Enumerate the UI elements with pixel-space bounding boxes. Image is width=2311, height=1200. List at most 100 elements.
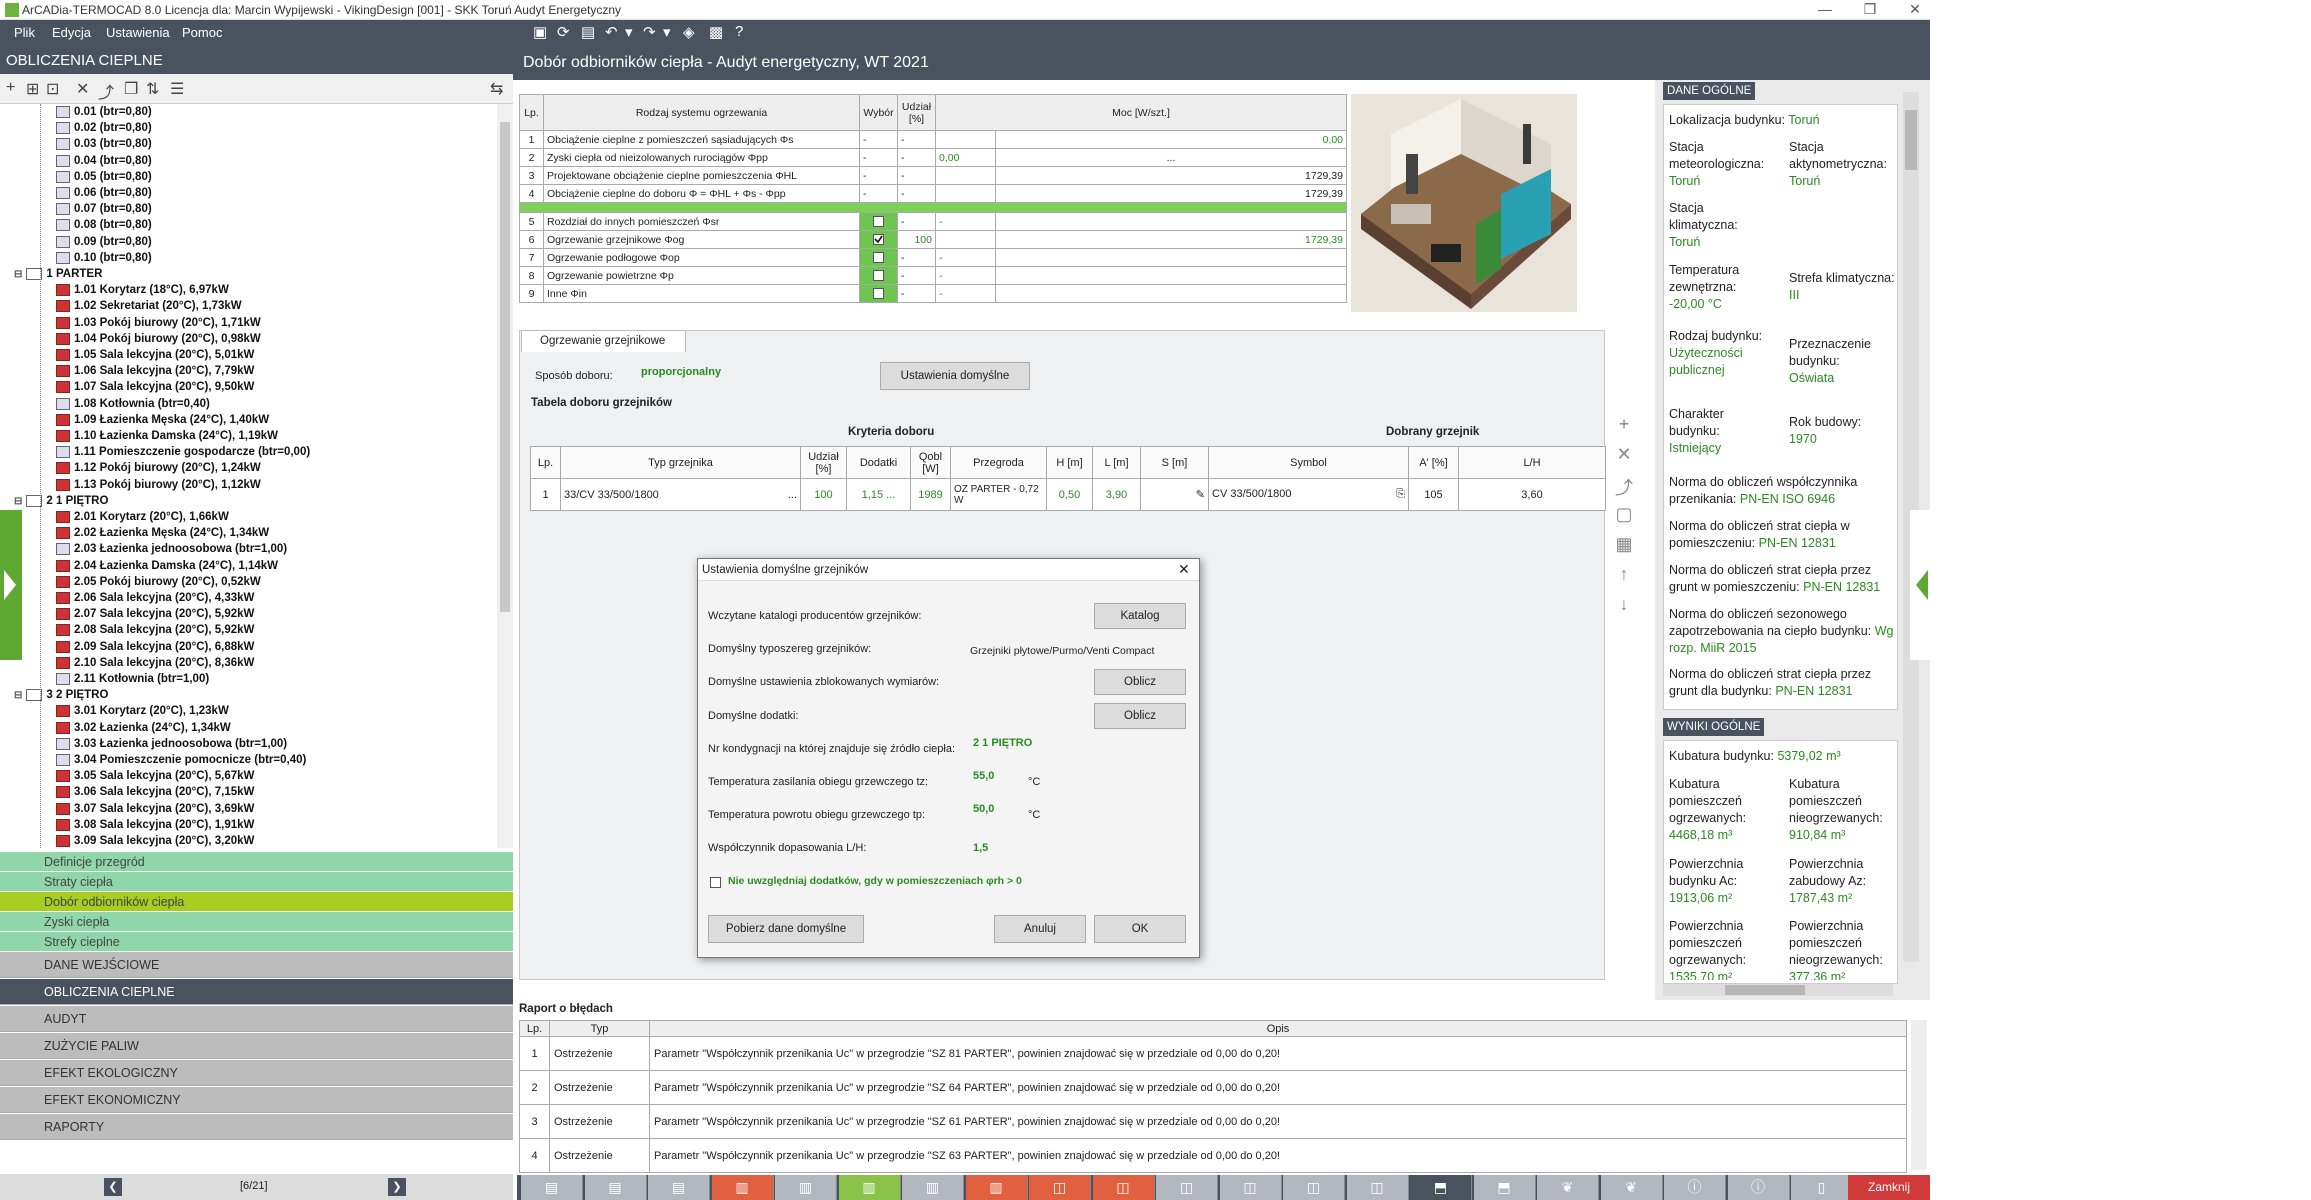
system-row[interactable]: 2 Zyski ciepła od nieizolowanych rurociąg… [519,148,1347,167]
tree-item[interactable]: 3.01 Korytarz (20°C), 1,23kW [56,703,229,719]
select-checkbox[interactable] [873,234,884,246]
get-defaults-button[interactable]: Pobierz dane domyślne [708,915,864,943]
system-row[interactable]: 6 Ogrzewanie grzejnikowe Φog 100 1729,39 [519,230,1347,249]
module-item[interactable]: RAPORTY [0,1114,513,1140]
copy-icon[interactable]: ❐ [124,79,138,99]
dialog-close-icon[interactable]: ✕ [1178,561,1190,578]
room-icon[interactable]: ◫ [1219,1175,1282,1200]
tree-item[interactable]: 0.03 (btr=0,80) [56,136,152,152]
close-window-button[interactable]: ✕ [1900,1,1930,18]
dropdown-icon[interactable]: ▾ [663,23,671,41]
tree-item[interactable]: 0.08 (btr=0,80) [56,217,152,233]
tree-item[interactable]: 1.05 Sala lekcyjna (20°C), 5,01kW [56,347,254,363]
doc-icon[interactable]: ▤ [648,1175,710,1200]
add-group-icon[interactable]: ⊡ [46,79,59,99]
move-up-icon[interactable]: ↑ [1614,564,1634,585]
tree-item[interactable]: ⊟ 2 1 PIĘTRO [14,493,108,509]
layers-icon[interactable]: ◈ [683,23,695,41]
tree-item[interactable]: 3.09 Sala lekcyjna (20°C), 3,20kW [56,833,254,848]
leaf-icon[interactable]: ❦ [1537,1175,1599,1200]
tree-item[interactable]: 3.07 Sala lekcyjna (20°C), 3,69kW [56,801,254,817]
menu-ustawienia[interactable]: Ustawienia [106,25,170,40]
tree-item[interactable]: 2.08 Sala lekcyjna (20°C), 5,92kW [56,622,254,638]
tree-item[interactable]: 2.03 Łazienka jednoosobowa (btr=1,00) [56,541,287,557]
nav-item[interactable]: Zyski ciepła [0,912,513,932]
tree-item[interactable]: 3.03 Łazienka jednoosobowa (btr=1,00) [56,736,287,752]
tree-item[interactable]: 0.07 (btr=0,80) [56,201,152,217]
tree-item[interactable]: 3.04 Pomieszczenie pomocnicze (btr=0,40) [56,752,306,768]
select-checkbox[interactable] [873,216,884,228]
info-icon[interactable]: ⓘ [1664,1175,1726,1200]
sync-icon[interactable]: ⇆ [490,79,503,99]
room-icon[interactable]: ◫ [1283,1175,1345,1200]
copy-icon[interactable]: ▢ [1614,504,1634,525]
return-temp-value[interactable]: 50,0 [973,803,994,815]
tree-item[interactable]: 1.13 Pokój biurowy (20°C), 1,12kW [56,477,261,493]
storey-value[interactable]: 2 1 PIĘTRO [973,737,1032,749]
tree-item[interactable]: 1.12 Pokój biurowy (20°C), 1,24kW [56,460,261,476]
add-page-icon[interactable]: ⊞ [26,79,39,99]
wall-icon[interactable]: ▥ [711,1175,774,1200]
cell-przegroda[interactable]: OZ PARTER - 0,72 W [950,478,1047,511]
system-row[interactable]: 3 Projektowane obciążenie cieplne pomiesz… [519,166,1347,185]
wall-icon[interactable]: ▥ [902,1175,964,1200]
cell-wybor[interactable] [859,266,898,285]
tree-item[interactable]: 1.09 Łazienka Męska (24°C), 1,40kW [56,412,269,428]
cell-s[interactable]: ✎ [1140,478,1209,511]
select-checkbox[interactable] [873,252,884,264]
cell-dodatki[interactable]: 1,15 ... [846,478,911,511]
tree-item[interactable]: 2.02 Łazienka Męska (24°C), 1,34kW [56,525,269,541]
cell-wybor[interactable] [859,212,898,231]
cancel-button[interactable]: Anuluj [994,915,1086,943]
room-tree[interactable]: 0.01 (btr=0,80) 0.02 (btr=0,80) 0.03 (btr=… [0,104,497,848]
move-down-icon[interactable]: ↓ [1614,594,1634,615]
tab-ogrzewanie-grzejnikowe[interactable]: Ogrzewanie grzejnikowe [521,330,686,352]
delete-icon[interactable]: ✕ [76,79,89,99]
tree-item[interactable]: ⊟ 3 2 PIĘTRO [14,687,108,703]
more-button[interactable]: ... [886,489,895,501]
help-icon[interactable]: ? [735,23,743,40]
nav-item[interactable]: Dobór odbiorników ciepła [0,892,513,912]
heater-icon[interactable]: ⬒ [1410,1175,1472,1200]
tree-item[interactable]: 1.04 Pokój biurowy (20°C), 0,98kW [56,331,261,347]
tree-item[interactable]: 2.09 Sala lekcyjna (20°C), 6,88kW [56,639,254,655]
add-row-icon[interactable]: + [1614,414,1634,435]
cell-wybor[interactable] [859,284,898,303]
menu-plik[interactable]: Plik [14,25,35,40]
prev-page-button[interactable]: ❮ [104,1178,122,1196]
menu-pomoc[interactable]: Pomoc [182,25,222,40]
save-icon[interactable]: ▣ [533,23,547,41]
system-row[interactable]: 1 Obciążenie cieplne z pomieszczeń sąsiad… [519,130,1347,149]
tree-item[interactable]: 1.02 Sekretariat (20°C), 1,73kW [56,298,242,314]
pencil-icon[interactable]: ✎ [1196,488,1205,501]
redo-icon[interactable]: ↷ [643,23,656,41]
dropdown-icon[interactable]: ▾ [625,23,633,41]
tree-item[interactable]: 1.11 Pomieszczenie gospodarcze (btr=0,00… [56,444,310,460]
cell-typ[interactable]: 33/CV 33/500/1800... [560,478,801,511]
system-row[interactable]: 7 Ogrzewanie podłogowe Φop - - [519,248,1347,267]
ok-button[interactable]: OK [1094,915,1186,943]
wall-icon[interactable]: ▥ [775,1175,837,1200]
menu-edycja[interactable]: Edycja [52,25,91,40]
room-icon[interactable]: ◫ [1156,1175,1218,1200]
supply-temp-value[interactable]: 55,0 [973,770,994,782]
doc-icon[interactable]: ▤ [521,1175,583,1200]
tree-item[interactable]: 1.01 Korytarz (18°C), 6,97kW [56,282,229,298]
tree-item[interactable]: 3.08 Sala lekcyjna (20°C), 1,91kW [56,817,254,833]
tree-item[interactable]: 1.10 Łazienka Damska (24°C), 1,19kW [56,428,278,444]
tree-item[interactable]: 2.07 Sala lekcyjna (20°C), 5,92kW [56,606,254,622]
collapse-toggle-icon[interactable]: ⊟ [14,496,22,507]
cell-l[interactable]: 3,90 [1092,478,1141,511]
tree-item[interactable]: 3.05 Sala lekcyjna (20°C), 5,67kW [56,768,254,784]
tree-scroll-thumb[interactable] [500,122,510,612]
next-page-button[interactable]: ❯ [388,1178,406,1196]
room-icon[interactable]: ◫ [1029,1175,1091,1200]
room-icon[interactable]: ◫ [1346,1175,1409,1200]
heater-icon[interactable]: ⬒ [1473,1175,1536,1200]
tree-item[interactable]: 1.03 Pokój biurowy (20°C), 1,71kW [56,315,261,331]
ignore-additions-checkbox[interactable] [710,877,721,888]
sort-icon[interactable]: ⇅ [146,79,159,99]
report-row[interactable]: 3 Ostrzeżenie Parametr "Współczynnik przen… [519,1104,1907,1139]
right-scroll-thumb[interactable] [1905,110,1917,170]
radiator-row[interactable]: 1 33/CV 33/500/1800... 100 1,15 ... 1989… [530,478,1606,511]
